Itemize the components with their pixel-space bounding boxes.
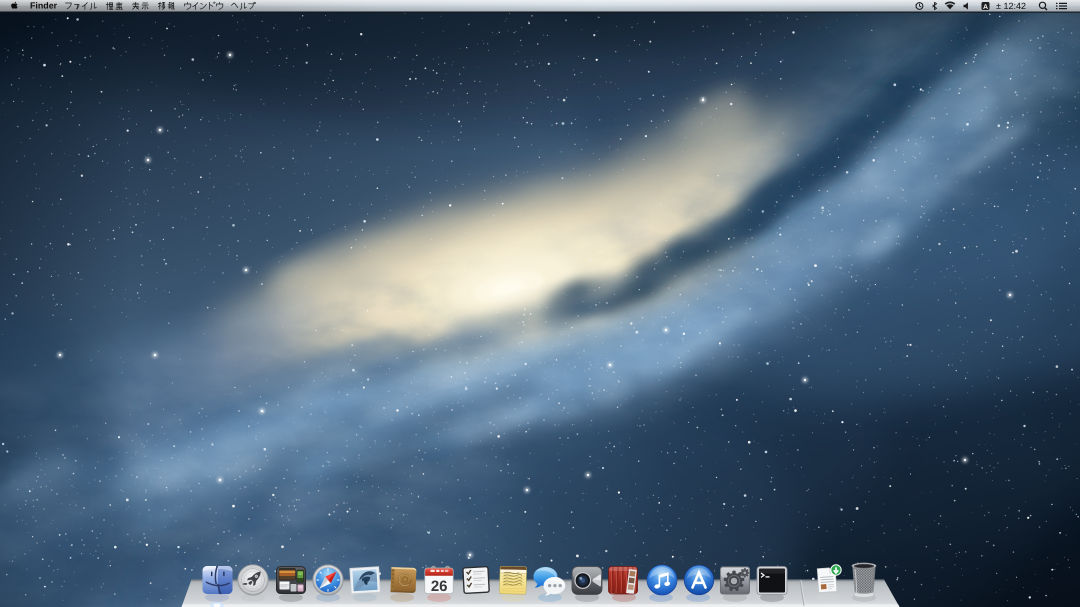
- svg-text:26: 26: [431, 578, 448, 595]
- svg-text:Finder: Finder: [30, 1, 58, 11]
- svg-text:± 12:42: ± 12:42: [996, 1, 1026, 11]
- svg-text:A: A: [983, 4, 988, 11]
